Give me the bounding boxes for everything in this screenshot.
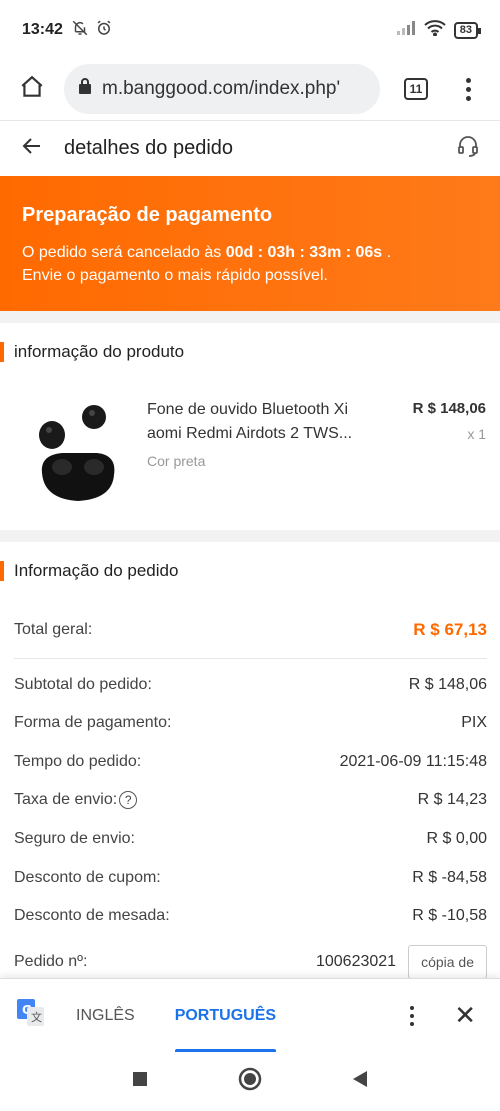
- banner-line-2: Envie o pagamento o mais rápido possível…: [22, 267, 328, 284]
- payment-pending-banner: Preparação de pagamento O pedido será ca…: [0, 176, 500, 311]
- home-circle-icon[interactable]: [238, 1067, 262, 1096]
- menu-dot-icon: [410, 1021, 415, 1026]
- banner-text-suffix: .: [382, 244, 392, 261]
- order-info-row: Tempo do pedido: 2021-06-09 11:15:48: [14, 753, 487, 771]
- row-label: Taxa de envio:: [14, 791, 118, 808]
- order-info-row: Forma de pagamento: PIX: [14, 714, 487, 732]
- menu-dot-icon: [466, 95, 471, 101]
- total-value: R $ 67,13: [413, 620, 487, 639]
- mute-notifications-icon: [71, 19, 89, 41]
- svg-text:文: 文: [31, 1010, 42, 1024]
- row-label: Subtotal do pedido:: [14, 676, 152, 693]
- product-section-header: informação do produto: [0, 342, 500, 362]
- battery-indicator: 83: [453, 21, 482, 39]
- order-info-row: Seguro de envio: R $ 0,00: [14, 830, 487, 848]
- order-info-row: Desconto de cupom: R $ -84,58: [14, 869, 487, 887]
- copy-order-number-button[interactable]: cópia de: [408, 945, 487, 979]
- google-translate-icon: G文: [16, 998, 46, 1033]
- order-number-value: 100623021: [315, 953, 397, 970]
- address-bar[interactable]: m.banggood.com/index.php': [64, 64, 380, 114]
- page-title: detalhes do pedido: [64, 136, 234, 159]
- section-divider: [0, 311, 500, 323]
- row-value: R $ -84,58: [412, 869, 487, 886]
- order-total-row: Total geral: R $ 67,13: [14, 620, 487, 640]
- translate-bar: G文 INGLÊS PORTUGUÊS ✕: [0, 978, 500, 1053]
- translate-menu-button[interactable]: [410, 1005, 415, 1026]
- product-item[interactable]: Fone de ouvido Bluetooth Xi aomi Redmi A…: [0, 390, 500, 530]
- row-label: Forma de pagamento:: [14, 714, 172, 731]
- product-variant: Cor preta: [147, 453, 206, 469]
- product-quantity: x 1: [467, 426, 486, 442]
- translate-source-language[interactable]: INGLÊS: [76, 979, 135, 1053]
- status-bar: 13:42 83: [0, 0, 500, 60]
- product-section-title: informação do produto: [14, 342, 185, 361]
- divider: [14, 658, 487, 659]
- close-icon[interactable]: ✕: [454, 1000, 476, 1031]
- row-value: R $ 14,23: [417, 791, 487, 808]
- order-info-row: Desconto de mesada: R $ -10,58: [14, 907, 487, 925]
- menu-dot-icon: [410, 1013, 415, 1018]
- row-value: PIX: [461, 714, 487, 731]
- product-name[interactable]: Fone de ouvido Bluetooth Xi aomi Redmi A…: [147, 398, 387, 446]
- order-number-label: Pedido nº:: [14, 953, 88, 970]
- home-button[interactable]: [0, 74, 64, 105]
- row-value: R $ 148,06: [408, 676, 487, 693]
- back-triangle-icon[interactable]: [352, 1070, 368, 1093]
- row-value: R $ 0,00: [426, 830, 487, 847]
- page-header: detalhes do pedido: [0, 120, 500, 175]
- order-info-row: Subtotal do pedido: R $ 148,06: [14, 676, 487, 694]
- row-label: Seguro de envio:: [14, 830, 135, 847]
- banner-line-1: O pedido será cancelado às 00d : 03h : 3…: [22, 241, 478, 264]
- countdown-timer: 00d : 03h : 33m : 06s: [225, 244, 383, 261]
- customer-service-icon[interactable]: [456, 134, 480, 163]
- status-time: 13:42: [22, 21, 63, 38]
- row-label: Desconto de cupom:: [14, 869, 161, 886]
- row-value: 2021-06-09 11:15:48: [339, 753, 487, 770]
- wifi-icon: [424, 19, 446, 41]
- row-label: Tempo do pedido:: [14, 753, 142, 770]
- order-number-row: Pedido nº: 100623021 cópia de: [14, 945, 487, 979]
- banner-title: Preparação de pagamento: [22, 204, 273, 226]
- menu-dot-icon: [410, 1005, 415, 1010]
- product-price: R $ 148,06: [412, 400, 486, 417]
- total-label: Total geral:: [14, 621, 93, 638]
- back-arrow-icon[interactable]: [20, 134, 44, 163]
- browser-menu-button[interactable]: [466, 77, 471, 101]
- banner-text: O pedido será cancelado às: [22, 244, 226, 261]
- product-image[interactable]: [22, 395, 132, 513]
- menu-dot-icon: [466, 77, 471, 83]
- recent-apps-icon[interactable]: [132, 1071, 148, 1092]
- accent-bar: [0, 561, 4, 581]
- order-info-row: Taxa de envio: ? R $ 14,23: [14, 791, 487, 809]
- order-section-title: Informação do pedido: [14, 561, 179, 580]
- row-value: R $ -10,58: [412, 907, 487, 924]
- section-divider: [0, 530, 500, 542]
- home-icon: [19, 74, 45, 105]
- lock-icon: [78, 77, 92, 101]
- browser-toolbar: m.banggood.com/index.php' 11: [0, 60, 500, 118]
- url-text: m.banggood.com/index.php': [102, 78, 341, 99]
- help-icon[interactable]: ?: [119, 791, 138, 809]
- accent-bar: [0, 342, 4, 362]
- alarm-icon: [95, 19, 113, 41]
- order-section-header: Informação do pedido: [0, 561, 500, 581]
- signal-icon: [396, 20, 416, 41]
- tab-switcher-button[interactable]: 11: [404, 78, 428, 100]
- menu-dot-icon: [466, 86, 471, 92]
- row-label: Desconto de mesada:: [14, 907, 170, 924]
- system-navigation-bar: [0, 1052, 500, 1111]
- translate-target-language[interactable]: PORTUGUÊS: [174, 979, 277, 1053]
